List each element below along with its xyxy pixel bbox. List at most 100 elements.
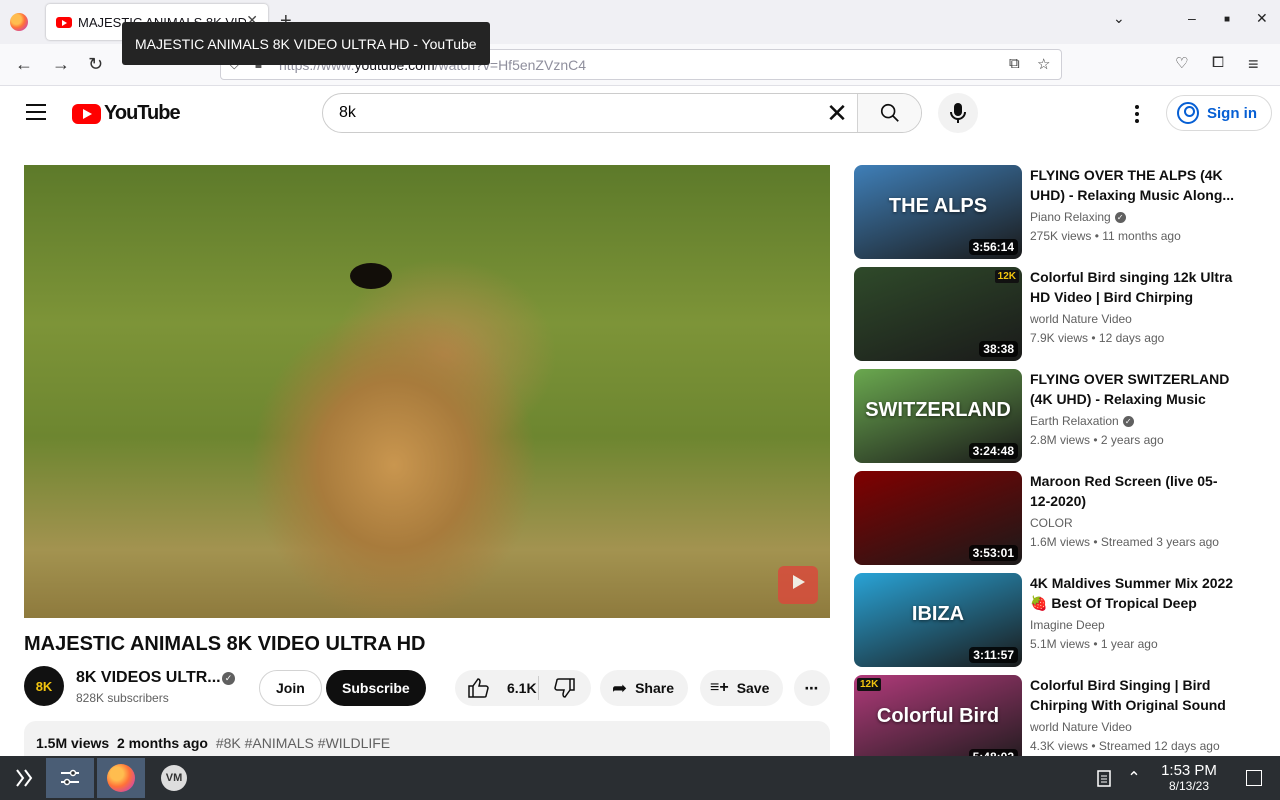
thumbs-down-icon	[554, 678, 575, 698]
rec-age: Streamed 12 days ago	[1098, 739, 1220, 753]
os-taskbar: VM ⌃ 1:53 PM 8/13/23	[0, 756, 1280, 800]
more-actions-icon[interactable]: ⋯	[794, 670, 830, 706]
youtube-logo-text: YouTube	[104, 102, 181, 124]
recommendation-item[interactable]: 12K 38:38 Colorful Bird singing 12k Ultr…	[854, 267, 1254, 361]
resolution-badge: 12K	[857, 678, 882, 691]
recommendation-title[interactable]: Colorful Bird singing 12k Ultra HD Video…	[1030, 267, 1235, 307]
youtube-header: YouTube ✕ Sign in	[0, 86, 1280, 142]
recommendation-channel[interactable]: COLOR	[1030, 516, 1073, 530]
firefox-icon[interactable]	[10, 13, 28, 31]
recommendation-title[interactable]: Colorful Bird Singing | Bird Chirping Wi…	[1030, 675, 1235, 715]
recommendation-title[interactable]: FLYING OVER SWITZERLAND (4K UHD) - Relax…	[1030, 369, 1235, 409]
channel-name[interactable]: 8K VIDEOS ULTR...	[76, 669, 221, 687]
search-icon	[880, 103, 899, 122]
recommendation-channel[interactable]: Piano Relaxing ✓	[1030, 210, 1126, 224]
video-duration: 38:38	[979, 341, 1018, 357]
reload-icon[interactable]: ↻	[88, 54, 103, 75]
channel-label: world Nature Video	[1030, 312, 1132, 326]
user-icon	[1177, 102, 1199, 124]
dislike-button[interactable]	[539, 678, 591, 698]
system-settings-icon[interactable]	[46, 758, 94, 798]
pocket-icon[interactable]: ♡	[1175, 54, 1188, 72]
extensions-icon[interactable]: ⧠	[1212, 54, 1224, 71]
recommendation-thumbnail[interactable]: IBIZA 3:11:57	[854, 573, 1022, 667]
like-dislike-group: 6.1K	[455, 670, 591, 706]
like-button[interactable]: 6.1K	[455, 676, 539, 700]
upload-age: 2 months ago	[116, 735, 208, 751]
bookmark-star-icon[interactable]: ☆	[1037, 55, 1050, 73]
settings-more-icon[interactable]	[1128, 102, 1146, 126]
tab-tooltip: MAJESTIC ANIMALS 8K VIDEO ULTRA HD - You…	[122, 22, 490, 65]
microphone-icon	[950, 103, 966, 123]
youtube-logo[interactable]: YouTube	[72, 102, 181, 125]
rec-views: 1.6M views	[1030, 535, 1091, 549]
list-all-tabs-icon[interactable]: ⌄	[1113, 10, 1125, 27]
firefox-taskbar-icon[interactable]	[97, 758, 145, 798]
sign-in-button[interactable]: Sign in	[1166, 95, 1272, 131]
view-count: 1.5M views	[36, 735, 110, 751]
video-duration: 3:53:01	[968, 545, 1018, 561]
recommendation-thumbnail[interactable]: 12K 38:38	[854, 267, 1022, 361]
rec-views: 275K views	[1030, 229, 1092, 243]
forward-icon[interactable]: →	[52, 54, 70, 75]
recommendation-thumbnail[interactable]: SWITZERLAND 3:24:48	[854, 369, 1022, 463]
resolution-badge: 12K	[994, 270, 1019, 283]
verified-icon: ✓	[1122, 416, 1134, 428]
share-button[interactable]: ➦ Share	[600, 670, 689, 706]
recommendation-title[interactable]: 4K Maldives Summer Mix 2022 🍓 Best Of Tr…	[1030, 573, 1235, 613]
subscribe-watermark-icon[interactable]	[778, 566, 818, 604]
share-label: Share	[635, 680, 675, 696]
app-launcher-icon[interactable]	[0, 758, 48, 798]
recommendation-item[interactable]: 3:53:01 Maroon Red Screen (live 05-12-20…	[854, 471, 1254, 565]
recommendation-thumbnail[interactable]: THE ALPS 3:56:14	[854, 165, 1022, 259]
channel-label: Earth Relaxation	[1030, 414, 1119, 428]
youtube-favicon-icon	[56, 16, 72, 28]
subscribe-button[interactable]: Subscribe	[326, 670, 426, 706]
channel-label: COLOR	[1030, 516, 1073, 530]
voice-search-button[interactable]	[938, 93, 978, 133]
join-button[interactable]: Join	[259, 670, 322, 706]
tray-expand-icon[interactable]: ⌃	[1112, 758, 1156, 798]
recommendation-item[interactable]: Colorful Bird 12K 5:48:02 Colorful Bird …	[854, 675, 1254, 769]
recommendation-item[interactable]: SWITZERLAND 3:24:48 FLYING OVER SWITZERL…	[854, 369, 1254, 463]
hashtags[interactable]: #8K #ANIMALS #WILDLIFE	[216, 735, 390, 751]
recommendation-item[interactable]: THE ALPS 3:56:14 FLYING OVER THE ALPS (4…	[854, 165, 1254, 259]
recommendation-channel[interactable]: world Nature Video	[1030, 312, 1132, 326]
search-button[interactable]	[857, 94, 921, 132]
back-icon[interactable]: ←	[15, 54, 33, 75]
channel-avatar[interactable]: 8K	[24, 666, 64, 706]
recommendation-meta: 275K views • 11 months ago	[1030, 229, 1181, 243]
recommendation-channel[interactable]: Earth Relaxation ✓	[1030, 414, 1134, 428]
recommendation-title[interactable]: FLYING OVER THE ALPS (4K UHD) - Relaxing…	[1030, 165, 1235, 205]
maximize-icon[interactable]: ■	[1224, 14, 1230, 25]
show-desktop-icon[interactable]	[1232, 758, 1276, 798]
recommendation-thumbnail[interactable]: 3:53:01	[854, 471, 1022, 565]
recommendation-thumbnail[interactable]: Colorful Bird 12K 5:48:02	[854, 675, 1022, 769]
clear-search-icon[interactable]: ✕	[817, 94, 857, 132]
picture-in-picture-icon[interactable]: ⧉	[1009, 55, 1020, 72]
thumbnail-text: Colorful Bird	[876, 705, 1000, 727]
video-player[interactable]	[24, 165, 830, 618]
taskbar-clock[interactable]: 1:53 PM 8/13/23	[1154, 762, 1224, 793]
save-button[interactable]: ≡+ Save	[700, 670, 784, 706]
hamburger-menu-icon[interactable]	[26, 104, 46, 120]
youtube-play-icon	[72, 103, 101, 124]
recommendation-channel[interactable]: Imagine Deep	[1030, 618, 1105, 632]
close-window-icon[interactable]: ✕	[1256, 10, 1268, 27]
minimize-icon[interactable]: –	[1188, 10, 1196, 26]
rec-age: 11 months ago	[1102, 229, 1181, 243]
virtual-machine-icon[interactable]: VM	[150, 758, 198, 798]
thumbnail-text: SWITZERLAND	[865, 399, 1011, 421]
video-title: MAJESTIC ANIMALS 8K VIDEO ULTRA HD	[24, 633, 426, 655]
rec-views: 5.1M views	[1030, 637, 1091, 651]
recommendation-meta: 5.1M views • 1 year ago	[1030, 637, 1158, 651]
recommendation-title[interactable]: Maroon Red Screen (live 05-12-2020)	[1030, 471, 1235, 511]
clock-time: 1:53 PM	[1161, 762, 1217, 779]
search-input[interactable]	[323, 94, 817, 132]
channel-label: Piano Relaxing	[1030, 210, 1111, 224]
app-menu-icon[interactable]: ≡	[1248, 54, 1259, 75]
recommendation-item[interactable]: IBIZA 3:11:57 4K Maldives Summer Mix 202…	[854, 573, 1254, 667]
rec-age: 2 years ago	[1100, 433, 1164, 447]
recommendation-channel[interactable]: world Nature Video	[1030, 720, 1132, 734]
thumbs-up-icon	[468, 678, 489, 698]
